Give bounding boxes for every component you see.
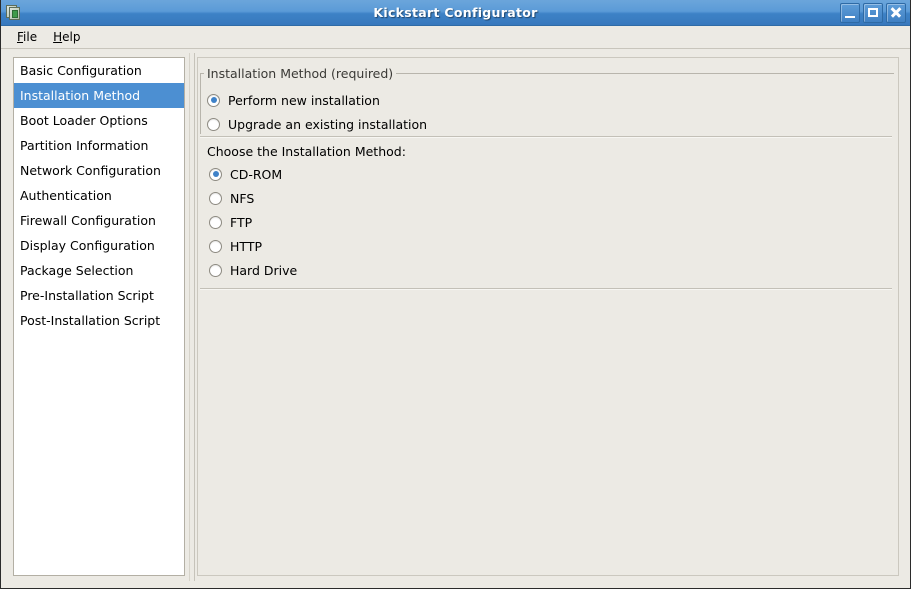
window-controls: [840, 3, 906, 23]
title-bar[interactable]: Kickstart Configurator: [1, 0, 910, 26]
radio-label-http: HTTP: [230, 239, 262, 254]
sidebar-item-installation-method[interactable]: Installation Method: [14, 83, 184, 108]
menu-item-help[interactable]: Help: [45, 28, 88, 46]
radio-button-icon-perform-new[interactable]: [207, 94, 220, 107]
sidebar-list: Basic Configuration Installation Method …: [14, 58, 184, 333]
radio-method-nfs[interactable]: NFS: [209, 186, 892, 210]
menu-help-rest: elp: [62, 30, 80, 44]
radio-method-ftp[interactable]: FTP: [209, 210, 892, 234]
radio-perform-new-installation[interactable]: Perform new installation: [207, 88, 894, 112]
application-window: Kickstart Configurator File Help Basic C…: [0, 0, 911, 589]
sidebar-item-boot-loader-options[interactable]: Boot Loader Options: [14, 108, 184, 133]
group-title: Installation Method (required): [204, 66, 396, 81]
radio-label-cdrom: CD-ROM: [230, 167, 282, 182]
pane-splitter[interactable]: [189, 53, 195, 581]
sidebar-item-pre-installation-script[interactable]: Pre-Installation Script: [14, 283, 184, 308]
method-section: Choose the Installation Method: CD-ROM N…: [200, 136, 892, 290]
radio-button-icon-cdrom[interactable]: [209, 168, 222, 181]
radio-button-icon-upgrade[interactable]: [207, 118, 220, 131]
installation-method-group: Installation Method (required) Perform n…: [200, 66, 894, 134]
radio-label-perform-new: Perform new installation: [228, 93, 380, 108]
minimize-button[interactable]: [840, 3, 860, 23]
separator-bottom: [200, 288, 892, 290]
window-title: Kickstart Configurator: [1, 5, 910, 20]
radio-button-icon-nfs[interactable]: [209, 192, 222, 205]
radio-method-http[interactable]: HTTP: [209, 234, 892, 258]
sidebar-item-partition-information[interactable]: Partition Information: [14, 133, 184, 158]
menu-help-mnemonic: H: [53, 30, 62, 44]
install-type-options: Perform new installation Upgrade an exis…: [207, 88, 894, 136]
menu-item-file[interactable]: File: [9, 28, 45, 46]
radio-button-icon-hard-drive[interactable]: [209, 264, 222, 277]
choose-method-label: Choose the Installation Method:: [200, 138, 892, 162]
content-area: Basic Configuration Installation Method …: [1, 49, 910, 587]
radio-button-icon-ftp[interactable]: [209, 216, 222, 229]
sidebar-item-network-configuration[interactable]: Network Configuration: [14, 158, 184, 183]
radio-label-ftp: FTP: [230, 215, 252, 230]
app-icon: [4, 3, 24, 23]
menu-bar: File Help: [1, 26, 910, 49]
sidebar-item-basic-configuration[interactable]: Basic Configuration: [14, 58, 184, 83]
radio-method-cdrom[interactable]: CD-ROM: [209, 162, 892, 186]
sidebar-item-package-selection[interactable]: Package Selection: [14, 258, 184, 283]
sidebar-item-authentication[interactable]: Authentication: [14, 183, 184, 208]
radio-label-nfs: NFS: [230, 191, 254, 206]
sidebar-item-firewall-configuration[interactable]: Firewall Configuration: [14, 208, 184, 233]
sidebar-item-display-configuration[interactable]: Display Configuration: [14, 233, 184, 258]
close-button[interactable]: [886, 3, 906, 23]
maximize-button[interactable]: [863, 3, 883, 23]
main-panel: Installation Method (required) Perform n…: [197, 57, 899, 576]
radio-label-hard-drive: Hard Drive: [230, 263, 297, 278]
sidebar-item-post-installation-script[interactable]: Post-Installation Script: [14, 308, 184, 333]
method-radio-group: CD-ROM NFS FTP HTTP: [200, 162, 892, 282]
menu-file-rest: ile: [23, 30, 37, 44]
navigation-list[interactable]: Basic Configuration Installation Method …: [13, 57, 185, 576]
radio-button-icon-http[interactable]: [209, 240, 222, 253]
radio-upgrade-existing-installation[interactable]: Upgrade an existing installation: [207, 112, 894, 136]
radio-label-upgrade: Upgrade an existing installation: [228, 117, 427, 132]
radio-method-hard-drive[interactable]: Hard Drive: [209, 258, 892, 282]
